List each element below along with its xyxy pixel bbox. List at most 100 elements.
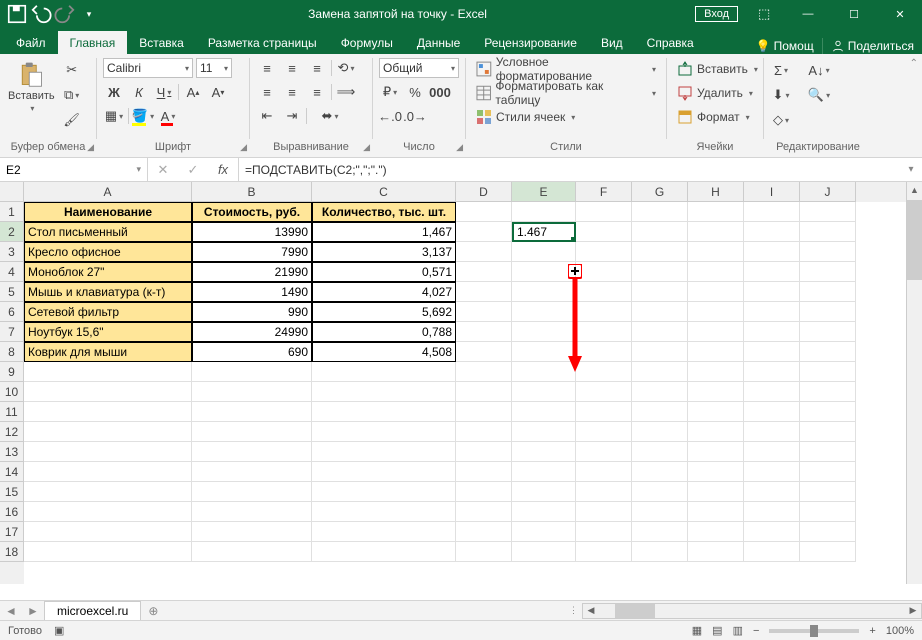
cell[interactable]: Кресло офисное bbox=[24, 242, 192, 262]
cell[interactable] bbox=[800, 502, 856, 522]
cell[interactable]: 690 bbox=[192, 342, 312, 362]
view-pagebreak-button[interactable]: ▥ bbox=[733, 624, 743, 637]
cell[interactable] bbox=[576, 422, 632, 442]
align-center-button[interactable]: ≡ bbox=[281, 82, 303, 102]
row-header[interactable]: 1 bbox=[0, 202, 24, 222]
tab-file[interactable]: Файл bbox=[4, 31, 58, 54]
cell[interactable] bbox=[576, 282, 632, 302]
cell[interactable] bbox=[512, 402, 576, 422]
cell[interactable] bbox=[688, 202, 744, 222]
cell[interactable] bbox=[192, 382, 312, 402]
cell[interactable] bbox=[24, 422, 192, 442]
cell[interactable] bbox=[24, 522, 192, 542]
row-header[interactable]: 3 bbox=[0, 242, 24, 262]
align-middle-button[interactable]: ≡ bbox=[281, 58, 303, 78]
cell[interactable] bbox=[632, 342, 688, 362]
enter-formula-icon[interactable]: ✓ bbox=[178, 162, 208, 178]
tab-review[interactable]: Рецензирование bbox=[472, 31, 589, 54]
cell[interactable] bbox=[632, 382, 688, 402]
decrease-decimal-button[interactable]: .0→ bbox=[404, 106, 426, 126]
cell[interactable] bbox=[24, 482, 192, 502]
cell[interactable] bbox=[512, 362, 576, 382]
cell[interactable] bbox=[576, 342, 632, 362]
find-select-button[interactable]: 🔍▾ bbox=[802, 85, 836, 105]
cell[interactable] bbox=[192, 402, 312, 422]
cell[interactable] bbox=[512, 302, 576, 322]
share-button[interactable]: Поделиться bbox=[831, 39, 914, 53]
cell[interactable] bbox=[456, 442, 512, 462]
cell[interactable] bbox=[312, 402, 456, 422]
view-normal-button[interactable]: ▦ bbox=[692, 624, 702, 637]
cell[interactable] bbox=[688, 442, 744, 462]
comma-button[interactable]: 000 bbox=[429, 82, 451, 102]
italic-button[interactable]: К bbox=[128, 82, 150, 102]
cell[interactable] bbox=[576, 482, 632, 502]
cell[interactable] bbox=[512, 442, 576, 462]
cell[interactable] bbox=[688, 542, 744, 562]
col-header[interactable]: J bbox=[800, 182, 856, 202]
row-header[interactable]: 7 bbox=[0, 322, 24, 342]
cell[interactable] bbox=[192, 522, 312, 542]
cell[interactable] bbox=[744, 442, 800, 462]
col-header[interactable]: G bbox=[632, 182, 688, 202]
cell[interactable]: Стоимость, руб. bbox=[192, 202, 312, 222]
cell[interactable]: 4,508 bbox=[312, 342, 456, 362]
cell[interactable] bbox=[744, 202, 800, 222]
cell[interactable] bbox=[632, 482, 688, 502]
row-header[interactable]: 15 bbox=[0, 482, 24, 502]
cell[interactable] bbox=[800, 522, 856, 542]
cell[interactable] bbox=[456, 542, 512, 562]
cell[interactable] bbox=[24, 382, 192, 402]
cell[interactable]: 1.467 bbox=[512, 222, 576, 242]
cell[interactable] bbox=[24, 462, 192, 482]
cell[interactable] bbox=[744, 482, 800, 502]
cell[interactable]: 0,788 bbox=[312, 322, 456, 342]
cell[interactable] bbox=[688, 242, 744, 262]
cell[interactable] bbox=[576, 542, 632, 562]
add-sheet-button[interactable]: ⊕ bbox=[141, 604, 165, 618]
col-header[interactable]: E bbox=[512, 182, 576, 202]
cell[interactable] bbox=[192, 502, 312, 522]
macro-record-icon[interactable]: ▣ bbox=[54, 624, 64, 637]
cell[interactable] bbox=[744, 282, 800, 302]
cell[interactable] bbox=[744, 362, 800, 382]
cell[interactable] bbox=[632, 422, 688, 442]
undo-icon[interactable] bbox=[30, 3, 52, 25]
row-header[interactable]: 13 bbox=[0, 442, 24, 462]
cell[interactable] bbox=[456, 422, 512, 442]
cell[interactable] bbox=[312, 362, 456, 382]
cell[interactable] bbox=[576, 242, 632, 262]
cell[interactable] bbox=[312, 382, 456, 402]
grow-font-button[interactable]: A▴ bbox=[182, 82, 204, 102]
cell-styles-button[interactable]: Стили ячеек▾ bbox=[472, 106, 660, 128]
clipboard-launcher-icon[interactable]: ◢ bbox=[87, 142, 94, 153]
cell[interactable] bbox=[800, 542, 856, 562]
fill-color-button[interactable]: 🪣▾ bbox=[132, 106, 154, 126]
cell[interactable] bbox=[312, 462, 456, 482]
cell[interactable] bbox=[744, 262, 800, 282]
align-left-button[interactable]: ≡ bbox=[256, 82, 278, 102]
cell[interactable] bbox=[456, 462, 512, 482]
formula-input[interactable]: =ПОДСТАВИТЬ(C2;",";".") bbox=[239, 158, 900, 181]
col-header[interactable]: F bbox=[576, 182, 632, 202]
row-header[interactable]: 18 bbox=[0, 542, 24, 562]
ribbon-options-icon[interactable]: ⬚ bbox=[758, 6, 784, 22]
cell[interactable] bbox=[800, 482, 856, 502]
cell[interactable] bbox=[576, 222, 632, 242]
cell[interactable] bbox=[192, 362, 312, 382]
cell[interactable] bbox=[744, 342, 800, 362]
fx-icon[interactable]: fx bbox=[208, 162, 238, 177]
row-header[interactable]: 4 bbox=[0, 262, 24, 282]
format-painter-button[interactable]: 🖌 bbox=[61, 110, 83, 130]
cell[interactable] bbox=[456, 262, 512, 282]
tab-formulas[interactable]: Формулы bbox=[329, 31, 405, 54]
cell[interactable] bbox=[744, 502, 800, 522]
cell[interactable] bbox=[576, 302, 632, 322]
font-color-button[interactable]: A▾ bbox=[157, 106, 179, 126]
cell[interactable]: 5,692 bbox=[312, 302, 456, 322]
cell[interactable] bbox=[312, 482, 456, 502]
cell[interactable] bbox=[800, 202, 856, 222]
cell[interactable] bbox=[688, 522, 744, 542]
percent-button[interactable]: % bbox=[404, 82, 426, 102]
cell[interactable] bbox=[688, 262, 744, 282]
